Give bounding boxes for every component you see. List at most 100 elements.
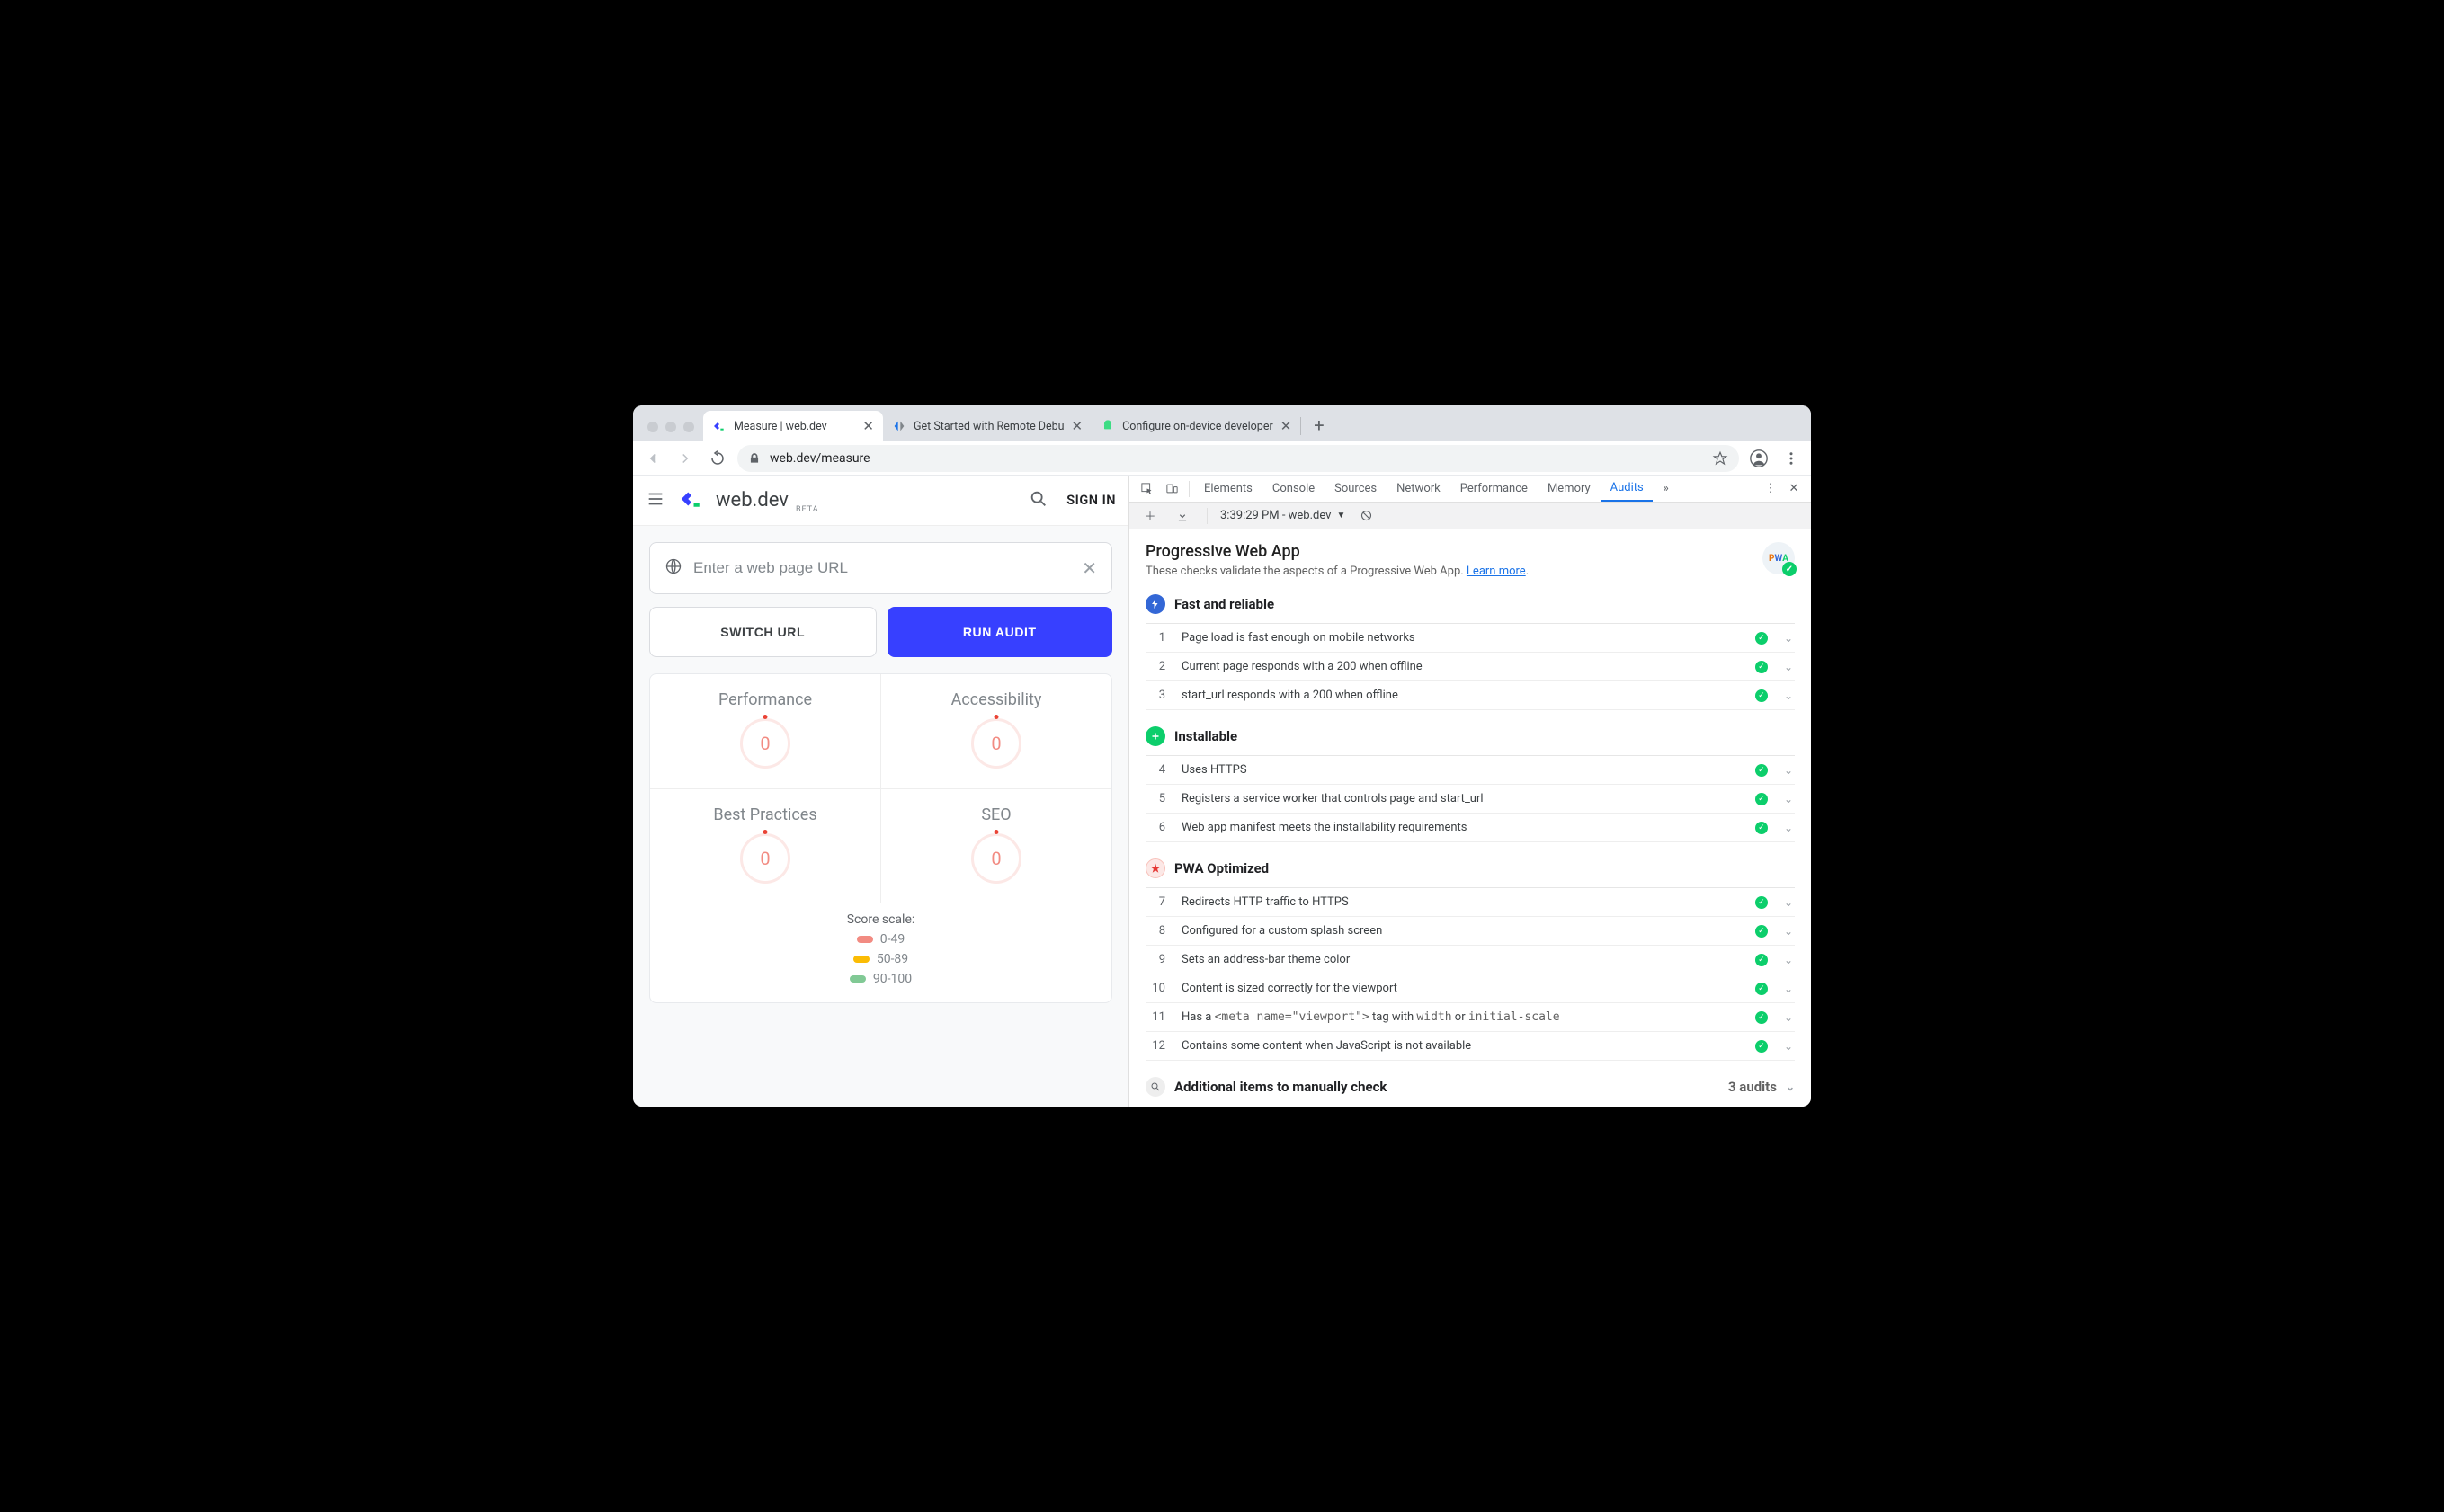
- chevron-down-icon[interactable]: ⌄: [1784, 1011, 1793, 1024]
- tab-performance[interactable]: Performance: [1451, 476, 1537, 502]
- tab-sources[interactable]: Sources: [1325, 476, 1386, 502]
- learn-more-link[interactable]: Learn more: [1467, 565, 1526, 578]
- pass-icon: ✓: [1755, 1011, 1768, 1024]
- clear-icon[interactable]: ✕: [1082, 557, 1097, 579]
- audit-row[interactable]: 9Sets an address-bar theme color✓⌄: [1146, 946, 1795, 974]
- chevron-down-icon[interactable]: ⌄: [1784, 954, 1793, 966]
- section-icon: [1146, 726, 1165, 746]
- audit-text: Sets an address-bar theme color: [1182, 953, 1739, 966]
- traffic-max[interactable]: [683, 422, 694, 432]
- forward-button[interactable]: [673, 446, 698, 471]
- kebab-menu-icon[interactable]: [1779, 446, 1804, 471]
- star-icon[interactable]: [1712, 450, 1728, 467]
- audit-row[interactable]: 1 Page load is fast enough on mobile netw…: [1146, 624, 1795, 653]
- tab-2[interactable]: Configure on-device developer ✕: [1092, 411, 1300, 441]
- close-icon[interactable]: ✕: [1072, 418, 1084, 434]
- audit-number: 1: [1147, 631, 1165, 645]
- score-performance: Performance 0: [650, 674, 881, 788]
- audit-text: Configured for a custom splash screen: [1182, 924, 1739, 938]
- kebab-menu-icon[interactable]: ⋮: [1759, 482, 1782, 495]
- audit-text: Page load is fast enough on mobile netwo…: [1182, 631, 1739, 645]
- tab-memory[interactable]: Memory: [1539, 476, 1600, 502]
- device-toggle-icon[interactable]: [1160, 482, 1183, 495]
- url-input-box: ✕: [649, 542, 1112, 594]
- menu-icon[interactable]: [646, 489, 667, 512]
- audit-text: Redirects HTTP traffic to HTTPS: [1182, 895, 1739, 909]
- tab-elements[interactable]: Elements: [1195, 476, 1262, 502]
- section-icon: ★: [1146, 858, 1165, 878]
- tab-console[interactable]: Console: [1263, 476, 1324, 502]
- run-audit-button[interactable]: RUN AUDIT: [888, 607, 1113, 657]
- chevron-down-icon[interactable]: ⌄: [1786, 1081, 1795, 1093]
- section-title: Installable: [1174, 728, 1237, 744]
- profile-icon[interactable]: [1746, 446, 1771, 471]
- omnibox[interactable]: web.dev/measure: [737, 445, 1739, 472]
- audit-row[interactable]: 8Configured for a custom splash screen✓⌄: [1146, 917, 1795, 946]
- reload-button[interactable]: [705, 446, 730, 471]
- audit-number: 3: [1147, 689, 1165, 702]
- close-icon[interactable]: ✕: [862, 418, 874, 434]
- url-text: web.dev/measure: [770, 451, 870, 466]
- chevron-down-icon[interactable]: ⌄: [1784, 793, 1793, 805]
- section-icon: [1146, 594, 1165, 614]
- audit-number: 7: [1147, 895, 1165, 909]
- audit-row[interactable]: 3start_url responds with a 200 when offl…: [1146, 681, 1795, 710]
- audit-row[interactable]: 11Has a <meta name="viewport"> tag with …: [1146, 1003, 1795, 1032]
- run-selector[interactable]: 3:39:29 PM - web.dev ▼: [1220, 509, 1345, 522]
- chevron-down-icon[interactable]: ⌄: [1784, 1040, 1793, 1053]
- pass-icon: ✓: [1755, 764, 1768, 777]
- back-button[interactable]: [640, 446, 665, 471]
- audit-row[interactable]: 10Content is sized correctly for the vie…: [1146, 974, 1795, 1003]
- audits-toolbar: ＋ 3:39:29 PM - web.dev ▼: [1129, 503, 1811, 529]
- tab-audits[interactable]: Audits: [1601, 476, 1653, 502]
- audit-row[interactable]: 2Current page responds with a 200 when o…: [1146, 653, 1795, 681]
- pwa-description: These checks validate the aspects of a P…: [1146, 565, 1752, 578]
- globe-icon: [665, 557, 682, 580]
- toolbar: web.dev/measure: [633, 441, 1811, 476]
- audit-section: Fast and reliable1Page load is fast enou…: [1146, 594, 1795, 710]
- audit-text: Uses HTTPS: [1182, 763, 1739, 777]
- clear-icon[interactable]: [1354, 509, 1378, 522]
- chevron-down-icon[interactable]: ⌄: [1784, 822, 1793, 834]
- search-icon[interactable]: [1029, 489, 1048, 512]
- audit-number: 2: [1147, 660, 1165, 673]
- close-icon[interactable]: ✕: [1782, 482, 1806, 495]
- audit-row[interactable]: 6Web app manifest meets the installabili…: [1146, 814, 1795, 842]
- tab-1[interactable]: Get Started with Remote Debu ✕: [883, 411, 1092, 441]
- audit-row[interactable]: 5Registers a service worker that control…: [1146, 785, 1795, 814]
- tab-0[interactable]: Measure | web.dev ✕: [703, 411, 883, 441]
- traffic-close[interactable]: [647, 422, 658, 432]
- audit-section: Installable4Uses HTTPS✓⌄5Registers a ser…: [1146, 726, 1795, 842]
- chevron-down-icon[interactable]: ⌄: [1784, 896, 1793, 909]
- chevron-down-icon[interactable]: ⌄: [1784, 925, 1793, 938]
- page-body: ✕ SWITCH URL RUN AUDIT Performance 0 Acc…: [633, 526, 1128, 1107]
- chevron-down-icon[interactable]: ⌄: [1784, 632, 1793, 645]
- audit-row[interactable]: 12Contains some content when JavaScript …: [1146, 1032, 1795, 1061]
- pass-icon: ✓: [1755, 632, 1768, 645]
- pass-icon: ✓: [1755, 925, 1768, 938]
- tab-network[interactable]: Network: [1387, 476, 1449, 502]
- content-area: web.dev BETA SIGN IN ✕: [633, 476, 1811, 1107]
- overflow-tabs-icon[interactable]: »: [1655, 482, 1678, 495]
- audit-row[interactable]: 4Uses HTTPS✓⌄: [1146, 756, 1795, 785]
- audit-row[interactable]: 7Redirects HTTP traffic to HTTPS✓⌄: [1146, 888, 1795, 917]
- tab-title: Get Started with Remote Debu: [914, 420, 1065, 433]
- close-icon[interactable]: ✕: [1280, 418, 1292, 434]
- score-grid: Performance 0 Accessibility 0 Best Pract…: [649, 673, 1112, 1003]
- download-icon[interactable]: [1171, 510, 1194, 522]
- pwa-title: Progressive Web App: [1146, 542, 1752, 561]
- switch-url-button[interactable]: SWITCH URL: [649, 607, 877, 657]
- chevron-down-icon[interactable]: ⌄: [1784, 689, 1793, 702]
- new-tab-button[interactable]: +: [1301, 414, 1336, 441]
- traffic-min[interactable]: [665, 422, 676, 432]
- chevron-down-icon[interactable]: ⌄: [1784, 983, 1793, 995]
- audit-section: ★PWA Optimized7Redirects HTTP traffic to…: [1146, 858, 1795, 1061]
- inspect-icon[interactable]: [1135, 482, 1158, 495]
- chevron-down-icon[interactable]: ⌄: [1784, 661, 1793, 673]
- audit-text: Web app manifest meets the installabilit…: [1182, 821, 1739, 834]
- sign-in-button[interactable]: SIGN IN: [1066, 493, 1116, 508]
- chevron-down-icon[interactable]: ⌄: [1784, 764, 1793, 777]
- browser-window: Measure | web.dev ✕ Get Started with Rem…: [633, 405, 1811, 1107]
- new-audit-icon[interactable]: ＋: [1138, 507, 1162, 524]
- url-input[interactable]: [693, 559, 1071, 577]
